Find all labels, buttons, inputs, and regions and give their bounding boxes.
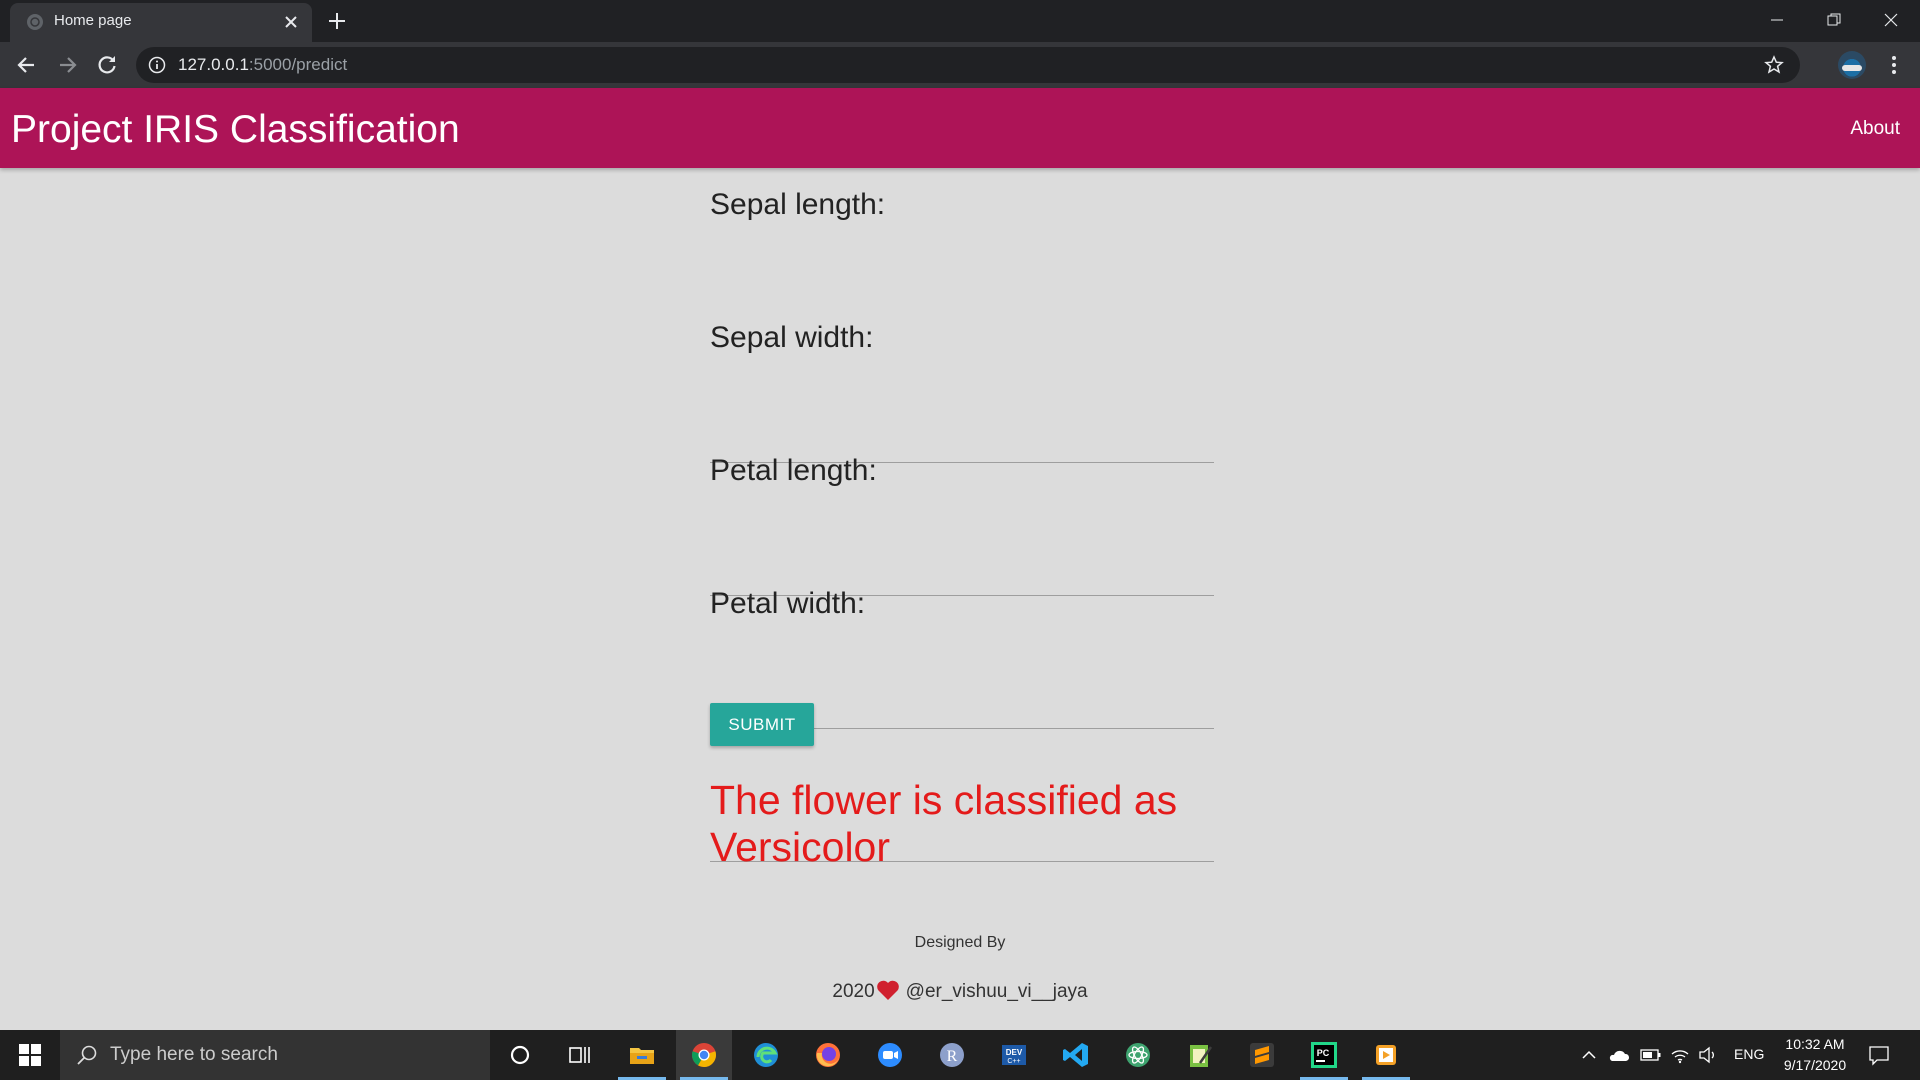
petal-width-label: Petal width: (710, 587, 866, 620)
windows-logo-icon (19, 1044, 41, 1066)
svg-text:DEV: DEV (1006, 1048, 1023, 1057)
firefox-button[interactable] (800, 1030, 856, 1080)
url-path: :5000/predict (248, 55, 348, 74)
onedrive-icon[interactable] (1608, 1046, 1630, 1064)
app-header: Project IRIS Classification About (0, 88, 1920, 168)
chevron-up-icon[interactable] (1580, 1046, 1598, 1064)
sublime-icon (1250, 1043, 1274, 1067)
profile-avatar[interactable] (1838, 51, 1866, 79)
close-icon (1884, 13, 1898, 27)
prediction-result: The flower is classified as Versicolor (710, 777, 1210, 871)
reload-icon[interactable] (94, 52, 120, 78)
wifi-icon[interactable] (1670, 1046, 1690, 1064)
r-button[interactable]: R (924, 1030, 980, 1080)
language-indicator[interactable]: ENG (1734, 1046, 1764, 1062)
restore-icon (1827, 13, 1841, 26)
vscode-icon (1063, 1043, 1088, 1067)
close-window-button[interactable] (1863, 0, 1920, 38)
minimize-button[interactable] (1749, 0, 1806, 38)
browser-toolbar: 127.0.0.1:5000/predict (0, 42, 1920, 88)
notepad-button[interactable] (1172, 1030, 1228, 1080)
r-icon: R (940, 1043, 964, 1067)
cortana-icon (510, 1045, 530, 1065)
brand-title[interactable]: Project IRIS Classification (11, 108, 460, 152)
sepal-length-label: Sepal length: (710, 188, 886, 221)
start-button[interactable] (0, 1030, 60, 1080)
volume-icon[interactable] (1698, 1046, 1718, 1064)
chrome-button[interactable] (676, 1030, 732, 1080)
petal-length-label: Petal length: (710, 454, 877, 487)
edge-button[interactable] (738, 1030, 794, 1080)
vscode-button[interactable] (1048, 1030, 1104, 1080)
battery-icon[interactable] (1640, 1047, 1662, 1063)
footer-credit: 2020 @er_vishuu_vi__jaya (0, 979, 1920, 1003)
clock-time: 10:32 AM (1785, 1036, 1845, 1052)
footer-designed-by: Designed By (914, 934, 1006, 951)
atom-button[interactable] (1110, 1030, 1166, 1080)
submit-button[interactable]: SUBMIT (710, 703, 814, 746)
url-host: 127.0.0.1 (178, 55, 249, 74)
browser-tab[interactable]: Home page (10, 3, 312, 42)
windows-taskbar: Type here to search R DEV C++ PC ENG 10:… (0, 1030, 1920, 1080)
search-icon (77, 1045, 97, 1065)
result-line-1: The flower is classified as (710, 777, 1178, 823)
restore-button[interactable] (1806, 0, 1863, 38)
sepal-width-label: Sepal width: (710, 321, 874, 354)
heart-icon (876, 980, 899, 1000)
svg-text:PC: PC (1317, 1048, 1330, 1058)
atom-icon (1126, 1043, 1150, 1067)
close-tab-icon[interactable] (282, 13, 300, 31)
notepad-icon (1190, 1045, 1213, 1067)
pycharm-button[interactable]: PC (1296, 1030, 1352, 1080)
firefox-icon (816, 1043, 840, 1067)
devc-button[interactable]: DEV C++ (986, 1030, 1042, 1080)
devc-icon: DEVC++ (1002, 1045, 1026, 1065)
bookmark-star-icon[interactable] (1764, 55, 1784, 75)
media-player-button[interactable] (1358, 1030, 1414, 1080)
file-explorer-button[interactable] (614, 1030, 670, 1080)
cortana-button[interactable] (492, 1030, 548, 1080)
more-vert-icon[interactable] (1884, 52, 1904, 78)
minimize-icon (1771, 19, 1783, 21)
result-line-2: Versicolor (710, 824, 891, 870)
back-arrow-icon[interactable] (14, 52, 40, 78)
zoom-button[interactable] (862, 1030, 918, 1080)
globe-icon (27, 14, 43, 30)
edge-icon (754, 1043, 778, 1067)
url-text: 127.0.0.1:5000/predict (178, 55, 347, 75)
footer-year: 2020 (832, 981, 875, 1002)
media-player-icon (1376, 1045, 1396, 1065)
browser-tab-strip: Home page (0, 0, 1920, 42)
task-view-icon (569, 1047, 590, 1063)
clock-date: 9/17/2020 (1783, 1057, 1847, 1073)
forward-arrow-icon[interactable] (54, 52, 80, 78)
svg-text:R: R (947, 1048, 958, 1065)
taskbar-clock[interactable]: 10:32 AM 9/17/2020 (1770, 1034, 1860, 1076)
file-explorer-icon (630, 1048, 654, 1064)
taskbar-search-box[interactable]: Type here to search (60, 1030, 490, 1080)
info-icon[interactable] (148, 56, 166, 74)
tab-title: Home page (54, 12, 132, 29)
sublime-button[interactable] (1234, 1030, 1290, 1080)
pycharm-icon: PC (1311, 1042, 1337, 1068)
zoom-icon (878, 1043, 902, 1067)
nav-about-link[interactable]: About (1850, 118, 1900, 140)
taskbar-search-placeholder: Type here to search (110, 1044, 278, 1065)
notifications-icon[interactable] (1868, 1044, 1890, 1066)
address-bar[interactable]: 127.0.0.1:5000/predict (136, 47, 1800, 83)
task-view-button[interactable] (552, 1030, 608, 1080)
new-tab-icon[interactable] (326, 10, 348, 32)
footer-handle: @er_vishuu_vi__jaya (905, 981, 1088, 1002)
chrome-icon (692, 1043, 716, 1067)
svg-text:C++: C++ (1007, 1058, 1020, 1065)
